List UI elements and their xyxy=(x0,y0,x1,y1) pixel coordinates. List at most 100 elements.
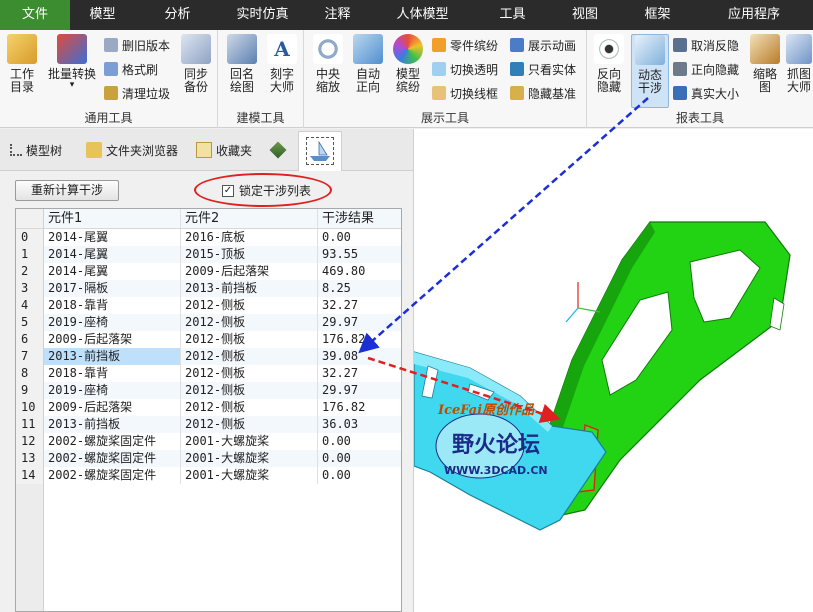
ruler-icon xyxy=(673,86,687,100)
forward-hide-button[interactable]: 正向隐藏 xyxy=(673,60,739,78)
row-result: 29.97 xyxy=(318,314,401,331)
row-index: 11 xyxy=(16,416,44,433)
row-index: 8 xyxy=(16,365,44,382)
menu-tab-human-model[interactable]: 人体模型 xyxy=(370,0,475,30)
table-row[interactable]: 11 2013-前挡板 2012-侧板 36.03 xyxy=(16,416,401,433)
favorites-icon xyxy=(196,142,212,158)
panel-tabs: 模型树 文件夹浏览器 收藏夹 xyxy=(0,129,413,171)
row-part1: 2019-座椅 xyxy=(44,382,181,399)
table-row[interactable]: 13 2002-螺旋桨固定件 2001-大螺旋桨 0.00 xyxy=(16,450,401,467)
batch-convert-button[interactable]: 批量转换 ▾ xyxy=(46,34,98,90)
header-part2[interactable]: 元件2 xyxy=(181,209,318,228)
row-index: 14 xyxy=(16,467,44,484)
ship-glyph xyxy=(310,140,330,161)
table-row[interactable]: 7 2013-前挡板 2012-侧板 39.08 xyxy=(16,348,401,365)
model-viewport[interactable] xyxy=(413,129,813,612)
table-row[interactable]: 5 2019-座椅 2012-侧板 29.97 xyxy=(16,314,401,331)
auto-front-button[interactable]: 自动正向 xyxy=(350,34,386,94)
menu-tab-applications[interactable]: 应用程序 xyxy=(695,0,813,30)
grab-master-button[interactable]: 抓图大师 xyxy=(785,34,813,94)
menu-tab-file[interactable]: 文件 xyxy=(0,0,70,30)
part-color-button[interactable]: 零件缤纷 xyxy=(432,36,498,54)
table-row[interactable]: 3 2017-隔板 2013-前挡板 8.25 xyxy=(16,280,401,297)
model-color-button[interactable]: 模型缤纷 xyxy=(390,34,426,94)
datum-icon xyxy=(510,86,524,100)
center-zoom-button[interactable]: 中央缩放 xyxy=(310,34,346,94)
table-row[interactable]: 1 2014-尾翼 2015-顶板 93.55 xyxy=(16,246,401,263)
engrave-master-button[interactable]: A 刻字大师 xyxy=(264,34,300,94)
menu-tab-annotation[interactable]: 注释 xyxy=(305,0,370,30)
table-row[interactable]: 10 2009-后起落架 2012-侧板 176.82 xyxy=(16,399,401,416)
row-part2: 2001-大螺旋桨 xyxy=(181,467,318,484)
header-part1[interactable]: 元件1 xyxy=(44,209,181,228)
table-row[interactable]: 14 2002-螺旋桨固定件 2001-大螺旋桨 0.00 xyxy=(16,467,401,484)
sync-backup-button[interactable]: 同步备份 xyxy=(178,34,214,94)
tab-interference[interactable] xyxy=(298,131,342,171)
checkbox-box[interactable]: ✓ xyxy=(222,184,234,197)
tab-layers[interactable] xyxy=(269,139,288,161)
table-row[interactable]: 4 2018-靠背 2012-侧板 32.27 xyxy=(16,297,401,314)
clean-trash-button[interactable]: 清理垃圾 xyxy=(104,84,170,102)
group-label-display: 展示工具 xyxy=(420,111,469,125)
eye-icon xyxy=(594,34,624,64)
cancel-reverse-hide-button[interactable]: 取消反隐 xyxy=(673,36,739,54)
delete-version-icon xyxy=(104,38,118,52)
group-report-tools: 反向隐藏 动态干涉 取消反隐 正向隐藏 真实大小 缩略图 抓图大师 报表工具 xyxy=(587,30,813,128)
row-part2: 2012-侧板 xyxy=(181,297,318,314)
menu-tab-tools[interactable]: 工具 xyxy=(475,0,550,30)
hide-datum-button[interactable]: 隐藏基准 xyxy=(510,84,576,102)
show-animation-button[interactable]: 展示动画 xyxy=(510,36,576,54)
table-row[interactable]: 2 2014-尾翼 2009-后起落架 469.80 xyxy=(16,263,401,280)
drawing-icon xyxy=(227,34,257,64)
toggle-wireframe-button[interactable]: 切换线框 xyxy=(432,84,498,102)
table-row[interactable]: 12 2002-螺旋桨固定件 2001-大螺旋桨 0.00 xyxy=(16,433,401,450)
ship-icon xyxy=(635,35,665,65)
real-size-button[interactable]: 真实大小 xyxy=(673,84,739,102)
letter-a-icon: A xyxy=(267,34,297,64)
row-index: 1 xyxy=(16,246,44,263)
menu-tab-realtime-sim[interactable]: 实时仿真 xyxy=(220,0,305,30)
menu-tab-model[interactable]: 模型 xyxy=(70,0,135,30)
row-result: 0.00 xyxy=(322,230,351,244)
row-part2: 2012-侧板 xyxy=(181,399,318,416)
tab-favorites[interactable]: 收藏夹 xyxy=(196,139,252,161)
format-brush-button[interactable]: 格式刷 xyxy=(104,60,158,78)
row-index: 9 xyxy=(16,382,44,399)
table-row[interactable]: 9 2019-座椅 2012-侧板 29.97 xyxy=(16,382,401,399)
group-label-general: 通用工具 xyxy=(84,111,133,125)
table-row[interactable]: 8 2018-靠背 2012-侧板 32.27 xyxy=(16,365,401,382)
dropdown-arrow-icon[interactable]: ▾ xyxy=(46,81,98,90)
back-draw-button[interactable]: 回名绘图 xyxy=(224,34,260,94)
broom-icon xyxy=(104,86,118,100)
row-part1: 2002-螺旋桨固定件 xyxy=(44,433,181,450)
tab-model-tree[interactable]: 模型树 xyxy=(10,139,62,161)
tab-folder-browser[interactable]: 文件夹浏览器 xyxy=(86,139,178,161)
row-part2: 2015-顶板 xyxy=(181,246,318,263)
row-index: 13 xyxy=(16,450,44,467)
reverse-hide-button[interactable]: 反向隐藏 xyxy=(591,34,627,94)
row-result: 0.00 xyxy=(322,434,351,448)
transparent-icon xyxy=(432,62,446,76)
dynamic-interference-button[interactable]: 动态干涉 xyxy=(631,34,669,108)
lock-list-checkbox[interactable]: ✓ 锁定干涉列表 xyxy=(222,182,311,199)
folder-icon xyxy=(86,142,102,158)
recalculate-interference-button[interactable]: 重新计算干涉 xyxy=(15,180,119,201)
group-general-tools: 工作目录 批量转换 ▾ 删旧版本 格式刷 清理垃圾 同步备份 通用工具 xyxy=(0,30,218,128)
header-result[interactable]: 干涉结果 xyxy=(318,209,401,228)
table-row[interactable]: 6 2009-后起落架 2012-侧板 176.82 xyxy=(16,331,401,348)
row-part1: 2017-隔板 xyxy=(44,280,181,297)
work-dir-button[interactable]: 工作目录 xyxy=(4,34,40,94)
thumbnail-button[interactable]: 缩略图 xyxy=(747,34,783,94)
row-result: 0.00 xyxy=(318,450,401,467)
row-result: 176.82 xyxy=(322,400,366,414)
table-row[interactable]: 0 2014-尾翼 2016-底板 0.00 xyxy=(16,229,401,246)
menu-tab-frame[interactable]: 框架 xyxy=(620,0,695,30)
row-part1: 2019-座椅 xyxy=(44,314,181,331)
menu-tab-analysis[interactable]: 分析 xyxy=(135,0,220,30)
toggle-transparent-button[interactable]: 切换透明 xyxy=(432,60,498,78)
row-index: 2 xyxy=(16,263,44,280)
sync-icon xyxy=(181,34,211,64)
delete-old-version-button[interactable]: 删旧版本 xyxy=(104,36,170,54)
menu-tab-view[interactable]: 视图 xyxy=(550,0,620,30)
only-solid-button[interactable]: 只看实体 xyxy=(510,60,576,78)
